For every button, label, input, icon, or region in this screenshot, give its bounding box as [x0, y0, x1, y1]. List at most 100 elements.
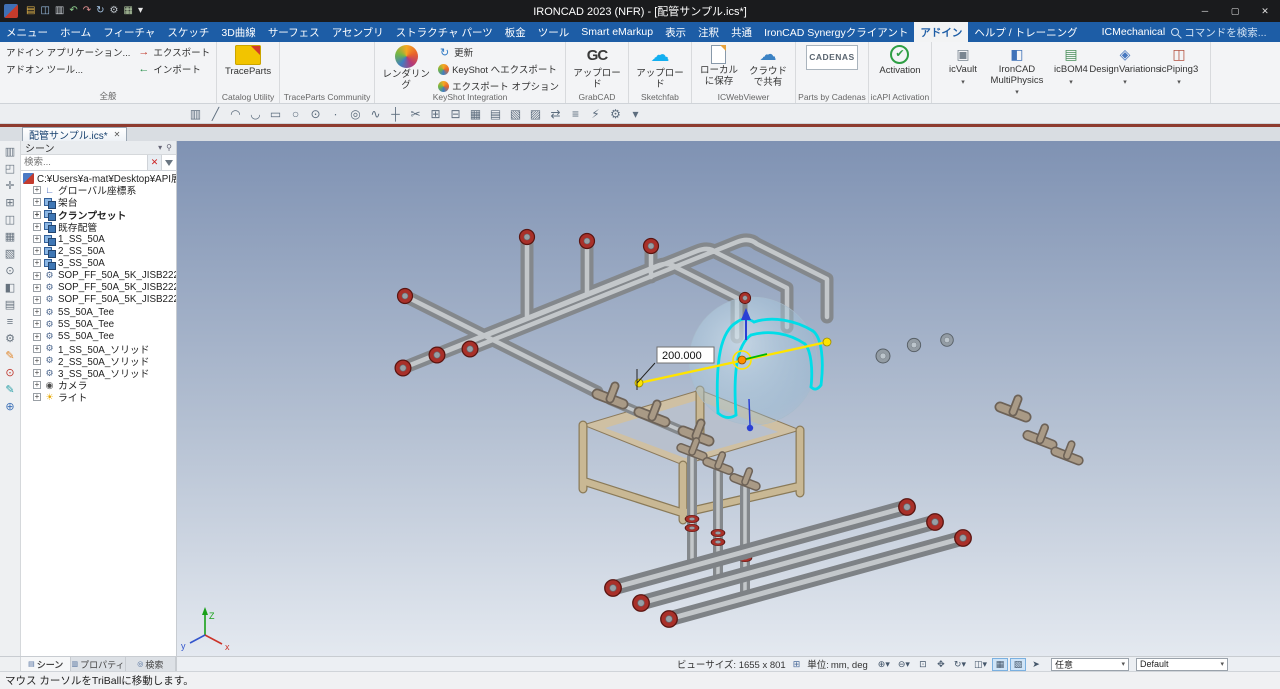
import-button[interactable]: ← インポート [135, 61, 212, 77]
options-gear-icon[interactable]: ⚙ [607, 105, 624, 123]
grabcad-upload-button[interactable]: GC アップロード [570, 44, 624, 90]
traceparts-button[interactable]: TraceParts [221, 44, 275, 78]
target-icon[interactable]: ⊙ [5, 266, 14, 277]
centerline-icon[interactable]: ┼ [387, 105, 404, 123]
annotate-pencil-icon[interactable]: ✎ [5, 351, 14, 362]
expand-toggle[interactable]: + [33, 308, 41, 317]
share-cloud-button[interactable]: ☁ クラウドで共有 [745, 44, 791, 88]
tree-item[interactable]: + ライト [21, 391, 176, 404]
tab-assembly[interactable]: アセンブリ [326, 22, 390, 42]
pattern-rows-icon[interactable]: ▤ [487, 105, 504, 123]
shapes-catalog-icon[interactable]: ⊞ [5, 198, 14, 209]
expand-toggle[interactable]: + [33, 271, 41, 280]
expand-toggle[interactable]: + [33, 393, 41, 402]
tree-item[interactable]: + 5S_50A_Tee [21, 306, 176, 318]
settings-icon[interactable]: ⚙ [110, 4, 119, 18]
tree-item[interactable]: + グローバル座標系 [21, 184, 176, 197]
orbit-icon[interactable]: ↻▾ [951, 658, 969, 671]
layers-icon[interactable]: ▤ [5, 300, 15, 311]
multiphysics-button[interactable]: ◧ IronCAD MultiPhysics [990, 44, 1044, 99]
zoom-in-icon[interactable]: ⊕▾ [875, 658, 893, 671]
pattern-grid-icon[interactable]: ▦ [467, 105, 484, 123]
command-search-input[interactable]: コマンドを検索... [1171, 25, 1280, 40]
tab-synergy-client[interactable]: IronCAD Synergyクライアント [758, 22, 914, 42]
panel-tab-search[interactable]: ◎ 検索 [126, 657, 176, 671]
mirror-tool-icon[interactable]: ▧ [507, 105, 524, 123]
window-split-icon[interactable]: ◫ [5, 215, 15, 226]
expand-toggle[interactable]: + [33, 381, 41, 390]
record-icon[interactable]: ⊙ [5, 368, 14, 379]
keyshot-update-button[interactable]: ↻ 更新 [436, 44, 561, 60]
section-icon[interactable]: ▧ [5, 249, 15, 260]
tab-feature[interactable]: フィーチャ [97, 22, 161, 42]
expand-toggle[interactable]: + [33, 369, 41, 378]
list-view-icon[interactable]: ≡ [567, 105, 584, 123]
panel-tab-properties[interactable]: ▥ プロパティ [71, 657, 126, 671]
tab-help-training[interactable]: ヘルプ / トレーニング [968, 22, 1083, 42]
expand-toggle[interactable]: + [33, 198, 41, 207]
three-point-arc-icon[interactable]: ◡ [247, 105, 264, 123]
render-display-mode-icon[interactable]: ▦ [992, 657, 1008, 671]
addon-tools-button[interactable]: アドオン ツール... [4, 61, 132, 77]
expand-toggle[interactable]: + [33, 259, 41, 268]
circle-tool-icon[interactable]: ○ [287, 105, 304, 123]
expand-toggle[interactable]: + [33, 332, 41, 341]
tab-view[interactable]: 表示 [659, 22, 692, 42]
panel-pin-icon[interactable]: ⚲ [166, 143, 172, 152]
tree-item[interactable]: + 3_SS_50A_ソリッド [21, 367, 176, 380]
spline-tool-icon[interactable]: ∿ [367, 105, 384, 123]
catalog-browser-icon[interactable]: ◰ [5, 164, 15, 175]
camera-view-icon[interactable]: ◫▾ [971, 658, 990, 671]
expand-toggle[interactable]: + [33, 222, 41, 231]
addin-applications-button[interactable]: アドイン アプリケーション... [4, 44, 132, 60]
tab-smart-emarkup[interactable]: Smart eMarkup [575, 22, 659, 42]
triball-handle-right[interactable] [822, 337, 832, 347]
tab-common[interactable]: 共通 [725, 22, 758, 42]
zoom-out-icon[interactable]: ⊖▾ [895, 658, 913, 671]
pan-icon[interactable]: ✥ [933, 658, 949, 671]
tab-tools[interactable]: ツール [532, 22, 576, 42]
select-tool-icon[interactable]: ✛ [5, 181, 14, 192]
tab-structured-parts[interactable]: ストラクチャ パーツ [390, 22, 499, 42]
arc-tool-icon[interactable]: ◠ [227, 105, 244, 123]
expand-toggle[interactable]: + [33, 320, 41, 329]
undo-icon[interactable]: ↶ [69, 4, 77, 18]
expand-toggle[interactable]: + [33, 344, 41, 353]
tab-menu[interactable]: メニュー [0, 22, 54, 42]
open-scene-icon[interactable]: ▤ [26, 4, 35, 18]
half-section-icon[interactable]: ◧ [5, 283, 15, 294]
expand-toggle[interactable]: + [33, 283, 41, 292]
sketch-pencil-icon[interactable]: ✎ [5, 385, 14, 396]
tree-item[interactable]: + 1_SS_50A [21, 233, 176, 246]
activation-button[interactable]: ✔ Activation [873, 44, 927, 77]
copy-tool-icon[interactable]: ⊞ [427, 105, 444, 123]
tree-item[interactable]: + 3_SS_50A [21, 257, 176, 270]
minimize-button[interactable]: ─ [1190, 0, 1220, 22]
tab-3d-curve[interactable]: 3D曲線 [215, 22, 261, 42]
scene-search-input[interactable] [21, 155, 147, 170]
select-cursor-icon[interactable]: ➤ [1028, 658, 1044, 671]
catalog-icon[interactable]: ▦ [124, 4, 133, 18]
designvariations-button[interactable]: ◈ DesignVariations [1089, 44, 1160, 99]
expand-toggle[interactable]: + [33, 235, 41, 244]
selection-filter-icon[interactable]: ▧ [1010, 657, 1026, 671]
structure-list-icon[interactable]: ≡ [7, 317, 13, 328]
quick-access-more-icon[interactable]: ▾ [138, 4, 143, 18]
expand-toggle[interactable]: + [33, 210, 41, 219]
tab-annotation[interactable]: 注釈 [692, 22, 725, 42]
grid-icon[interactable]: ▦ [5, 232, 15, 243]
icpiping3-button[interactable]: ◫ icPiping3 [1152, 44, 1206, 99]
render-style-select[interactable]: 任意 [1051, 657, 1129, 671]
close-button[interactable]: ✕ [1250, 0, 1280, 22]
maximize-button[interactable]: ▢ [1220, 0, 1250, 22]
sketchfab-upload-button[interactable]: ☁ アップロード [633, 44, 687, 90]
cadenas-button[interactable]: CADENAS [800, 44, 864, 70]
tab-home[interactable]: ホーム [54, 22, 97, 42]
tree-item[interactable]: + 2_SS_50A [21, 245, 176, 258]
save-icon[interactable]: ◫ [40, 4, 49, 18]
point-tool-icon[interactable]: ∙ [327, 105, 344, 123]
print-icon[interactable]: ▥ [55, 4, 64, 18]
keyshot-render-button[interactable]: レンダリング [379, 44, 433, 91]
expand-toggle[interactable]: + [33, 186, 41, 195]
tab-sheet-metal[interactable]: 板金 [499, 22, 532, 42]
